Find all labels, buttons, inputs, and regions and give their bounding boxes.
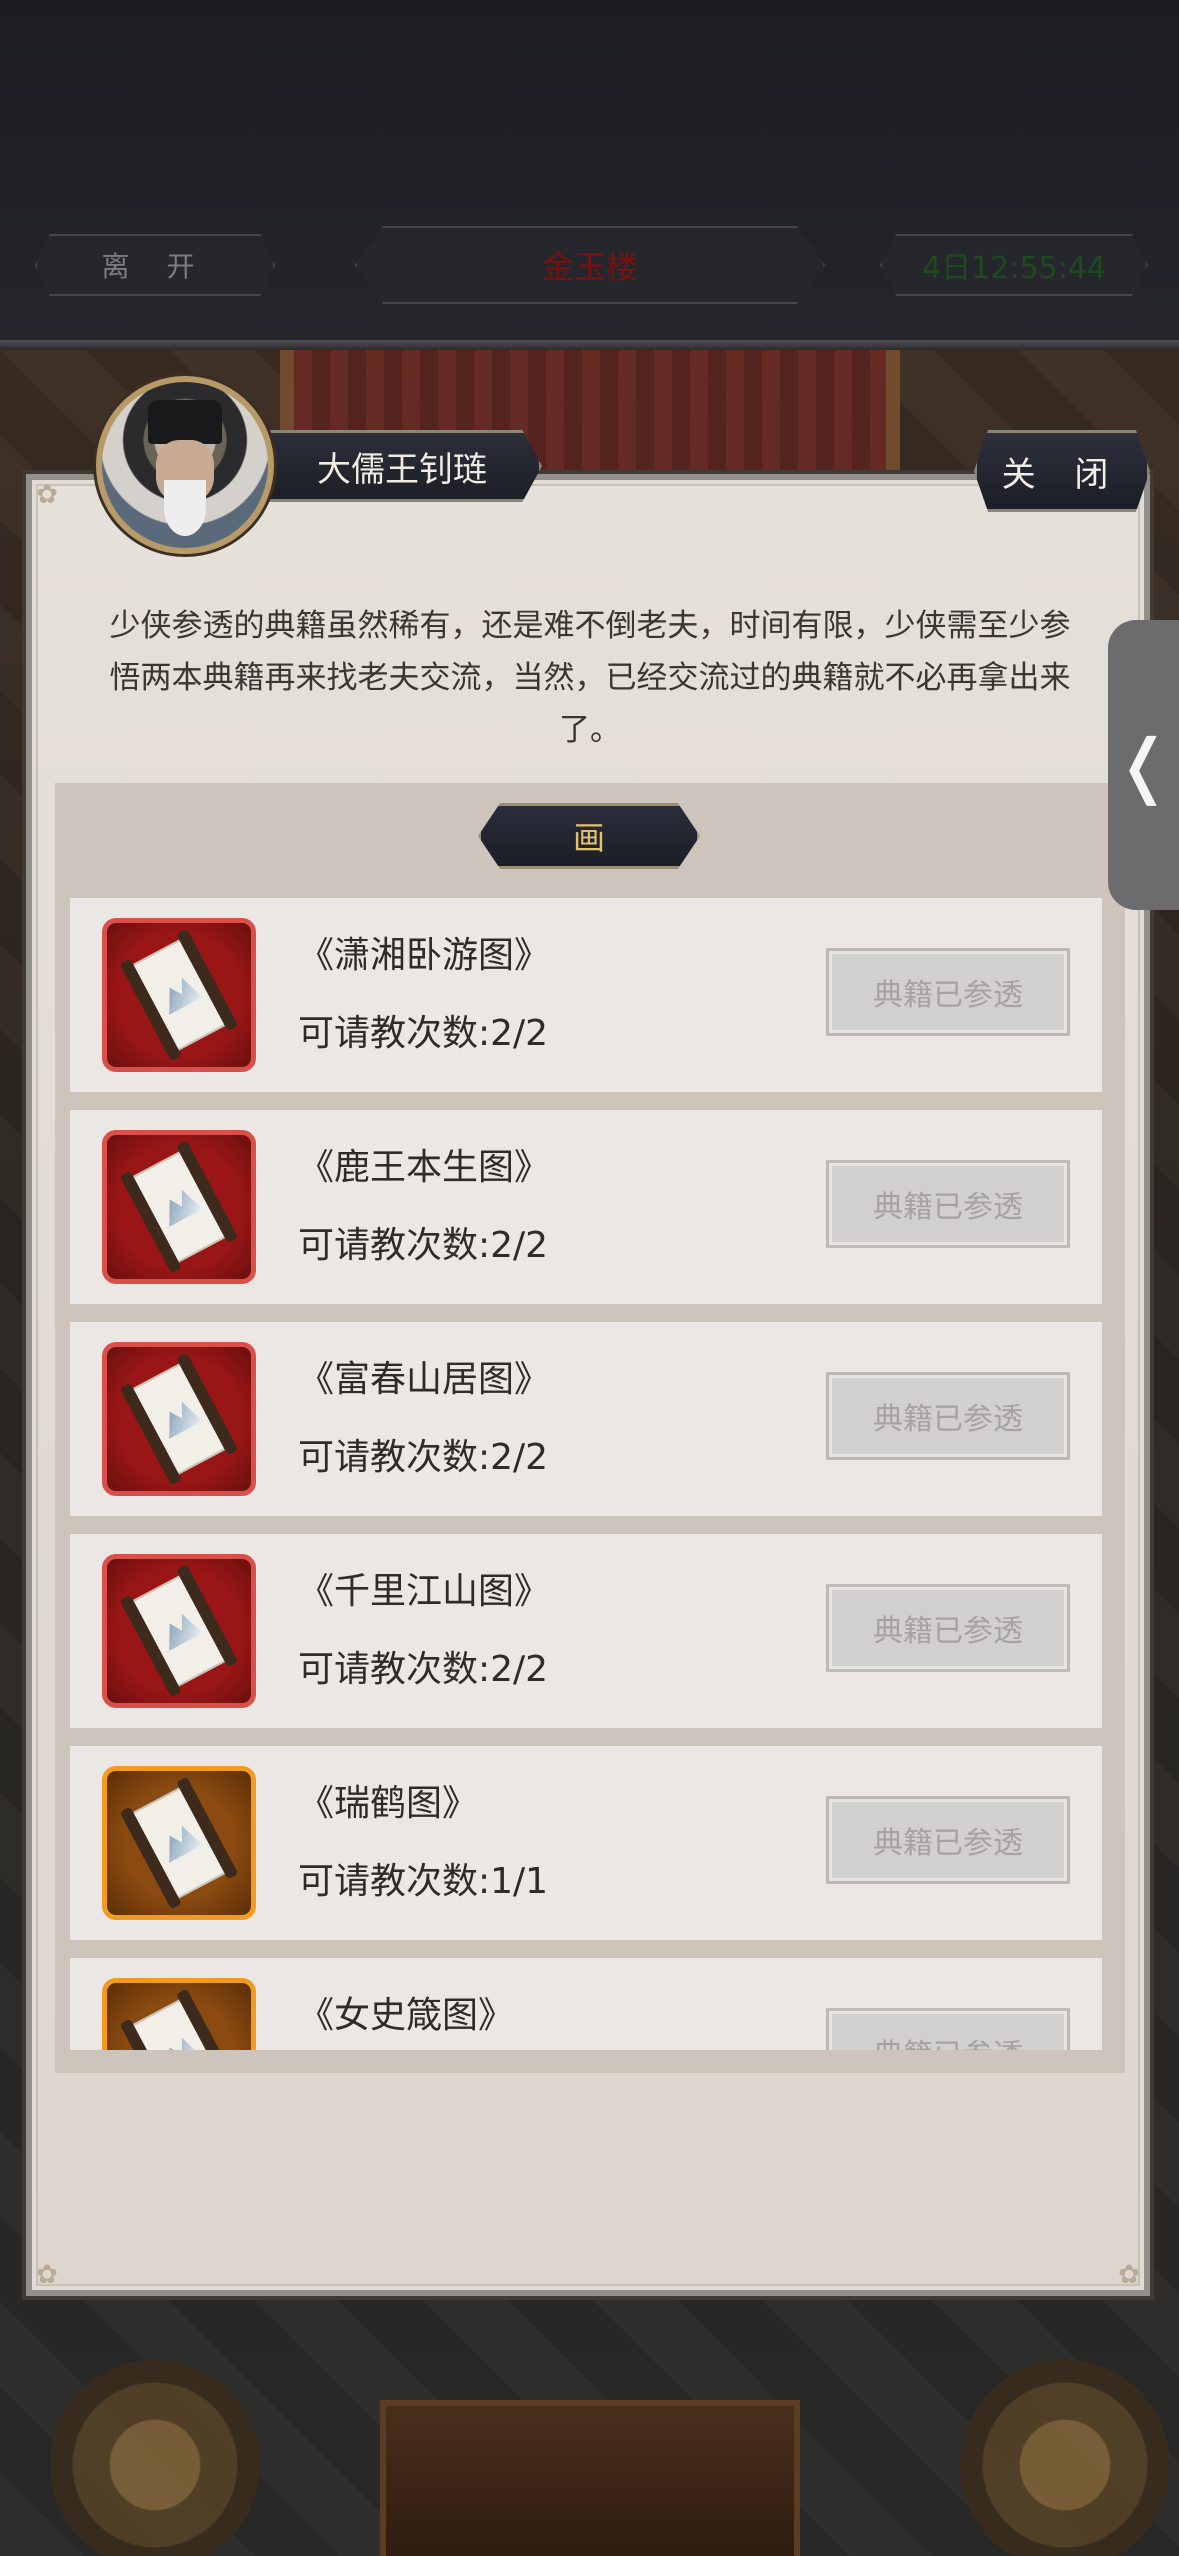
avatar-beard	[164, 480, 206, 536]
list-item: 《富春山居图》 可请教次数:2/2 典籍已参透	[70, 1322, 1102, 1516]
book-title: 《潇湘卧游图》	[298, 935, 551, 976]
mastered-button[interactable]: 典籍已参透	[826, 948, 1070, 1036]
painting-scroll-icon[interactable]	[102, 1554, 256, 1708]
npc-dialog-text: 少侠参透的典籍虽然稀有，还是难不倒老夫，时间有限，少侠需至少参悟两本典籍再来找老…	[109, 608, 1071, 748]
painting-scroll-icon[interactable]	[102, 1130, 256, 1284]
mastered-button[interactable]: 典籍已参透	[826, 1584, 1070, 1672]
book-title: 《富春山居图》	[298, 1359, 551, 1400]
leave-button[interactable]: 离 开	[35, 234, 275, 296]
mastered-button[interactable]: 典籍已参透	[826, 1796, 1070, 1884]
book-title: 《女史箴图》	[298, 1995, 515, 2036]
game-time: 4日12:55:44	[880, 234, 1148, 296]
location-title: 金玉楼	[355, 226, 825, 304]
consult-count: 可请教次数:2/2	[298, 1649, 549, 1690]
floor-ornament-left	[50, 2360, 260, 2556]
side-collapse-tab[interactable]: ❬	[1108, 620, 1179, 910]
consult-count: 可请教次数:2/2	[298, 1437, 549, 1478]
list-item: 《鹿王本生图》 可请教次数:2/2 典籍已参透	[70, 1110, 1102, 1304]
close-button[interactable]: 关 闭	[974, 430, 1150, 512]
top-divider	[0, 340, 1179, 350]
painting-scroll-icon[interactable]	[102, 1342, 256, 1496]
list-item: 《潇湘卧游图》 可请教次数:2/2 典籍已参透	[70, 898, 1102, 1092]
mastered-button[interactable]: 典籍已参透	[826, 1372, 1070, 1460]
painting-scroll-icon[interactable]	[102, 1978, 256, 2050]
book-title: 《千里江山图》	[298, 1571, 551, 1612]
npc-avatar	[96, 376, 274, 554]
corner-ornament-icon: ✿	[36, 480, 58, 510]
book-title: 《鹿王本生图》	[298, 1147, 551, 1188]
corner-ornament-icon: ✿	[1118, 2260, 1140, 2290]
painting-scroll-icon[interactable]	[102, 918, 256, 1072]
consult-count: 可请教次数:1/1	[298, 1861, 549, 1902]
avatar-hat	[148, 400, 222, 444]
floor-table	[380, 2400, 800, 2556]
corner-ornament-icon: ✿	[36, 2260, 58, 2290]
npc-name-plate: 大儒王钊琏	[262, 430, 542, 502]
floor-ornament-right	[960, 2360, 1170, 2556]
consult-count: 可请教次数:2/2	[298, 1013, 549, 1054]
chevron-left-icon: ❬	[1114, 724, 1173, 806]
book-title: 《瑞鹤图》	[298, 1783, 479, 1824]
mastered-button[interactable]: 典籍已参透	[826, 2008, 1070, 2050]
painting-scroll-icon[interactable]	[102, 1766, 256, 1920]
consult-count: 可请教次数:2/2	[298, 1225, 549, 1266]
category-tab-painting[interactable]: 画	[478, 803, 700, 869]
list-item: 《千里江山图》 可请教次数:2/2 典籍已参透	[70, 1534, 1102, 1728]
list-item: 《女史箴图》 典籍已参透	[70, 1958, 1102, 2050]
list-item: 《瑞鹤图》 可请教次数:1/1 典籍已参透	[70, 1746, 1102, 1940]
book-list[interactable]: 《潇湘卧游图》 可请教次数:2/2 典籍已参透 《鹿王本生图》 可请教次数:2/…	[70, 898, 1102, 2050]
mastered-button[interactable]: 典籍已参透	[826, 1160, 1070, 1248]
